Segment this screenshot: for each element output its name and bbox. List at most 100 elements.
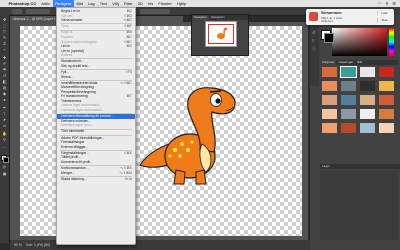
menu-item[interactable]: Streck... xyxy=(57,75,135,79)
quick-mask-icon[interactable]: ◎ xyxy=(2,165,7,169)
info-panel-icon[interactable]: ⓘ xyxy=(312,46,316,52)
color-swatch[interactable] xyxy=(360,123,375,133)
color-swatch[interactable] xyxy=(341,81,356,91)
menu-item-label: Förinställningar xyxy=(61,140,85,145)
menu-app-name[interactable]: Photoshop CC xyxy=(6,0,39,7)
blur-tool-icon[interactable]: ◆ xyxy=(2,92,7,96)
color-hue-slider[interactable] xyxy=(389,28,394,56)
history-brush-tool-icon[interactable]: ↺ xyxy=(2,74,7,78)
color-swatch[interactable] xyxy=(322,81,337,91)
menu-item: Tona... ⇧⌘F xyxy=(57,24,135,28)
color-swatch[interactable] xyxy=(379,109,394,119)
history-panel-icon[interactable]: ↺ xyxy=(312,30,315,35)
lasso-tool-icon[interactable]: ➰ xyxy=(2,30,7,34)
menu-3d[interactable]: 3D xyxy=(135,0,145,7)
color-swatch[interactable] xyxy=(340,66,357,78)
menu-item-label: Färginställningar... xyxy=(61,150,89,155)
stamp-tool-icon[interactable]: ⚑ xyxy=(2,68,7,72)
color-picker-field[interactable] xyxy=(332,28,387,56)
navigator-thumbnail[interactable] xyxy=(205,21,237,47)
eyedropper-tool-icon[interactable]: ⌁ xyxy=(2,48,7,52)
color-swatch[interactable] xyxy=(322,123,337,133)
tab-histogram[interactable]: Histogram xyxy=(209,15,227,20)
screen-mode-icon[interactable]: ▣ xyxy=(2,172,7,176)
tab-swatches[interactable]: Färgrutor xyxy=(320,60,337,65)
menu-item: Definiera egen form... xyxy=(57,123,135,127)
menu-item[interactable]: Sök og ersätt text... xyxy=(57,64,135,68)
panel-background-color[interactable] xyxy=(324,33,334,43)
shape-tool-icon[interactable]: ▭ xyxy=(2,124,7,128)
color-swatch[interactable] xyxy=(322,67,337,77)
menu-item[interactable]: Externa tilläggar... xyxy=(57,145,135,149)
pen-tool-icon[interactable]: ✒ xyxy=(2,106,7,110)
color-swatch[interactable] xyxy=(379,67,394,77)
menu-filter[interactable]: Filter xyxy=(121,0,135,7)
healing-tool-icon[interactable]: ✚ xyxy=(2,56,7,60)
notification-close-button[interactable]: Luck xyxy=(377,11,391,16)
color-swatch[interactable] xyxy=(341,123,356,133)
properties-panel-icon[interactable]: ≡ xyxy=(312,38,314,43)
options-control[interactable] xyxy=(26,8,50,14)
menu-bild[interactable]: Bild xyxy=(74,0,86,7)
notification-line2: Utskrivet xyxy=(321,19,333,23)
type-tool-icon[interactable]: T xyxy=(2,112,7,116)
notification-show-button[interactable]: Visa xyxy=(377,17,391,23)
menu-item-label: Definiera egen form... xyxy=(61,123,94,128)
document-info[interactable]: Dok: 1 (Fil) (80) xyxy=(26,243,50,247)
color-swatch[interactable] xyxy=(360,109,375,119)
tab-navigator[interactable]: Navigator xyxy=(192,15,209,20)
menu-valj[interactable]: Välj xyxy=(110,0,122,7)
color-swatch[interactable] xyxy=(360,95,375,105)
color-swatch[interactable] xyxy=(379,123,394,133)
search-icon[interactable]: ⚲ xyxy=(385,1,388,6)
path-select-tool-icon[interactable]: ➤ xyxy=(2,118,7,122)
menu-arkiv[interactable]: Arkiv xyxy=(39,0,53,7)
menu-item[interactable]: Menyer... ⌥⇧⌘M xyxy=(57,171,135,175)
brush-tool-icon[interactable]: ✐ xyxy=(2,62,7,66)
dodge-tool-icon[interactable]: ● xyxy=(2,98,7,102)
layers-panel-tab[interactable]: Lager xyxy=(320,164,400,169)
mac-menubar: Photoshop CC Arkiv Redigera Bild Lag Tex… xyxy=(0,0,400,7)
zoom-level[interactable]: 50 % xyxy=(14,243,22,247)
marquee-tool-icon[interactable]: ⬚ xyxy=(2,24,7,28)
eraser-tool-icon[interactable]: ◧ xyxy=(2,80,7,84)
color-swatch[interactable] xyxy=(360,81,375,91)
wifi-icon[interactable]: ◠ xyxy=(378,1,382,6)
color-swatch[interactable] xyxy=(379,95,394,105)
color-swatch[interactable] xyxy=(341,95,356,105)
gradient-tool-icon[interactable]: ▤ xyxy=(2,86,7,90)
list-icon[interactable]: ☰ xyxy=(392,1,396,6)
menu-item-shortcut: ⌥⌘Z xyxy=(122,18,132,23)
menu-redigera[interactable]: Redigera xyxy=(52,0,74,7)
menu-item-label: Marionettförvrängning xyxy=(61,85,94,90)
crop-tool-icon[interactable]: ⌗ xyxy=(2,42,7,46)
quick-select-tool-icon[interactable]: ✎ xyxy=(2,36,7,40)
menu-item[interactable]: Växla senaste ⌥⌘Z xyxy=(57,18,135,22)
menu-item[interactable]: Starta diktering... fn fn xyxy=(57,177,135,181)
menu-hjalp[interactable]: Hjälp xyxy=(174,0,188,7)
background-color-swatch[interactable] xyxy=(3,157,9,163)
menu-item[interactable]: Konvertera till profil... xyxy=(57,160,135,164)
move-tool-icon[interactable]: ✥ xyxy=(2,18,7,22)
color-swatch[interactable] xyxy=(322,95,337,105)
tab-libraries[interactable]: Bibl xyxy=(355,60,364,65)
menu-text[interactable]: Text xyxy=(97,0,109,7)
layers-panel[interactable] xyxy=(320,170,398,240)
tool-preset-picker[interactable] xyxy=(12,8,22,14)
options-control-2[interactable] xyxy=(140,8,170,14)
zoom-tool-icon[interactable]: ⚲ xyxy=(2,138,7,142)
color-swatch[interactable] xyxy=(379,81,394,91)
print-notification: Skrivarnamn Välj 1 av 1 sidor Utskrivet … xyxy=(306,9,394,25)
menu-vis[interactable]: Vis xyxy=(145,0,155,7)
color-swatch[interactable] xyxy=(360,67,375,77)
more-tools-icon[interactable]: ⋯ xyxy=(2,146,7,150)
hand-tool-icon[interactable]: ✋ xyxy=(2,132,7,136)
menu-item[interactable]: Töm minnesdel xyxy=(57,129,135,133)
color-swatch[interactable] xyxy=(341,109,356,119)
color-swatch[interactable] xyxy=(322,109,337,119)
menu-lag[interactable]: Lag xyxy=(86,0,98,7)
menu-item-label: Övertona lager automatiskt... xyxy=(61,108,105,112)
menu-fonster[interactable]: Fönster xyxy=(156,0,175,7)
tab-adjustments[interactable]: Justeringar xyxy=(336,60,355,65)
menu-item-label: Tilldel profil... xyxy=(61,155,81,160)
